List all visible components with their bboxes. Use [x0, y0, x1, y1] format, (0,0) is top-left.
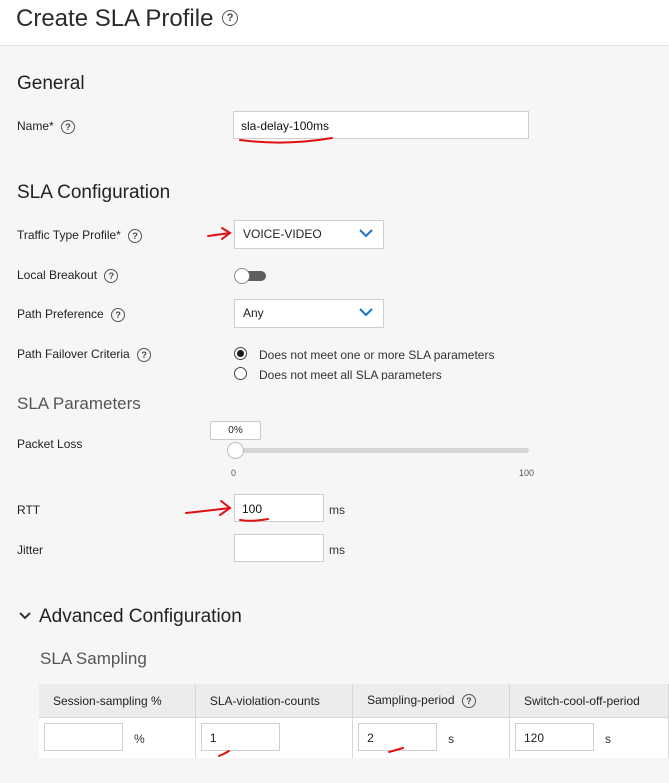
underline-annotation	[388, 747, 404, 753]
underline-annotation	[239, 137, 333, 144]
annotation-overlay	[185, 137, 404, 757]
underline-annotation	[218, 750, 230, 757]
underline-annotation	[239, 518, 269, 522]
